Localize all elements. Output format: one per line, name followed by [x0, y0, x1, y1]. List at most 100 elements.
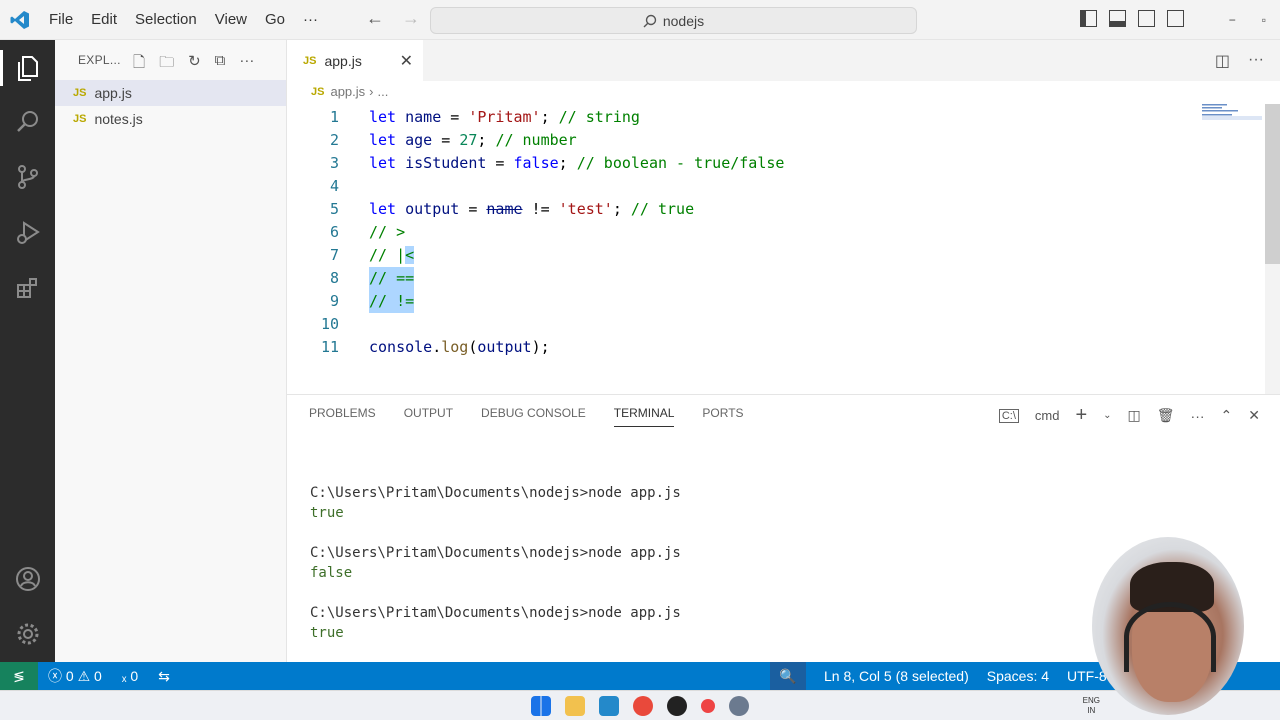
forward-arrow-icon[interactable]: →: [402, 8, 420, 29]
code-text: // !=: [369, 290, 415, 313]
terminal-line: true: [310, 625, 344, 641]
tab-terminal[interactable]: TERMINAL: [613, 406, 675, 427]
code-text: let name = 'Pritam'; // string: [369, 108, 640, 126]
encoding[interactable]: UTF-8: [1067, 668, 1107, 684]
new-folder-icon[interactable]: 🗀: [159, 52, 174, 77]
active-indicator: [0, 50, 3, 86]
accounts-icon[interactable]: [13, 564, 43, 594]
tab-app-js[interactable]: JS app.js ✕: [287, 40, 423, 81]
tab-debug-console[interactable]: DEBUG CONSOLE: [481, 406, 586, 427]
zoom-icon[interactable]: 🔍: [770, 662, 806, 690]
vscode-taskbar-icon[interactable]: [599, 695, 619, 716]
shell-label[interactable]: cmd: [1035, 408, 1060, 423]
code-text: let output = name != 'test'; // true: [369, 200, 695, 218]
customize-layout-icon[interactable]: [1167, 10, 1184, 27]
file-item-notes-js[interactable]: JS notes.js: [55, 106, 286, 132]
extensions-icon[interactable]: [13, 273, 43, 303]
split-terminal-icon[interactable]: ◫: [1128, 407, 1141, 424]
indentation[interactable]: Spaces: 4: [987, 668, 1049, 684]
remote-icon[interactable]: ≶: [0, 662, 38, 690]
line-number: 8: [329, 269, 339, 287]
terminal-line: false: [310, 565, 353, 581]
terminal-output[interactable]: C:\Users\Pritam\Documents\nodejs>node ap…: [310, 463, 681, 683]
tab-problems[interactable]: PROBLEMS: [309, 406, 376, 427]
close-panel-icon[interactable]: ✕: [1248, 407, 1260, 424]
file-explorer-icon[interactable]: [565, 695, 585, 716]
code-line: 1 let name = 'Pritam'; // string: [287, 106, 1187, 129]
status-bar: ≶ ⓧ 0 ⚠ 0 ₓ 0 ⇆ 🔍 Ln 8, Col 5 (8 selecte…: [0, 662, 1280, 690]
breadcrumb-file[interactable]: app.js: [330, 84, 365, 99]
new-file-icon[interactable]: 🗋: [133, 52, 145, 77]
panel-more-icon[interactable]: ···: [1191, 408, 1205, 424]
breadcrumb-more[interactable]: ...: [378, 84, 389, 99]
source-control-icon[interactable]: [13, 162, 43, 192]
menu-item-more[interactable]: ···: [294, 0, 327, 40]
line-number: 4: [329, 177, 339, 195]
explorer-icon[interactable]: [13, 53, 43, 83]
webcam-overlay: [1092, 537, 1244, 715]
github-icon[interactable]: [667, 695, 687, 716]
chevron-down-icon[interactable]: ⌄: [1103, 410, 1111, 421]
breadcrumb: JS app.js › ...: [311, 84, 388, 99]
ports-status[interactable]: ₓ 0: [122, 668, 138, 684]
settings-app-icon[interactable]: [729, 695, 749, 716]
region-code: IN: [1087, 706, 1096, 715]
toggle-secondary-sidebar-icon[interactable]: [1138, 10, 1155, 27]
windows-start-icon[interactable]: [531, 695, 551, 716]
menu-item-go[interactable]: Go: [256, 0, 294, 40]
restore-icon[interactable]: ▫: [1262, 13, 1266, 27]
live-share-icon[interactable]: ⇆: [158, 668, 170, 685]
maximize-panel-icon[interactable]: ⌃: [1221, 407, 1233, 424]
toggle-sidebar-icon[interactable]: [1080, 10, 1097, 27]
js-file-icon: JS: [73, 113, 87, 125]
language-indicator[interactable]: ENG IN: [1083, 696, 1100, 716]
back-arrow-icon[interactable]: ←: [366, 8, 384, 29]
code-line: 8 // ==: [287, 267, 1187, 290]
code-line: 6 // >: [287, 221, 1187, 244]
line-number: 9: [329, 292, 339, 310]
menu-item-file[interactable]: File: [40, 0, 82, 40]
title-bar: File Edit Selection View Go ··· ← → nodejs − …: [0, 0, 1280, 40]
menu-bar: File Edit Selection View Go ···: [40, 0, 327, 40]
tab-label: app.js: [324, 52, 362, 69]
split-editor-icon[interactable]: ◫: [1215, 51, 1230, 71]
line-number: 1: [329, 108, 339, 126]
line-number: 10: [320, 315, 339, 333]
problems-status[interactable]: ⓧ 0 ⚠ 0: [48, 666, 102, 686]
editor-scrollbar-thumb[interactable]: [1265, 104, 1280, 264]
search-icon: [643, 14, 657, 27]
minimize-icon[interactable]: −: [1229, 13, 1236, 27]
trash-icon[interactable]: 🗑: [1157, 407, 1175, 424]
settings-gear-icon[interactable]: [13, 619, 43, 649]
search-view-icon[interactable]: [13, 107, 43, 137]
app-icon[interactable]: [701, 698, 715, 713]
code-line: 7 // |<: [287, 244, 1187, 267]
cursor-position[interactable]: Ln 8, Col 5 (8 selected): [824, 668, 969, 684]
menu-item-edit[interactable]: Edit: [82, 0, 126, 40]
code-line: 4: [287, 175, 1187, 198]
headset: [1124, 602, 1216, 672]
collapse-all-icon[interactable]: ⧉: [215, 52, 226, 77]
menu-item-selection[interactable]: Selection: [126, 0, 206, 40]
search-text: nodejs: [662, 12, 705, 29]
new-terminal-icon[interactable]: +: [1075, 404, 1087, 427]
close-tab-icon[interactable]: ✕: [400, 51, 413, 71]
refresh-icon[interactable]: ↻: [188, 52, 201, 77]
windows-taskbar: ENG IN: [0, 690, 1280, 720]
editor-more-icon[interactable]: ···: [1248, 51, 1264, 71]
more-actions-icon[interactable]: ···: [239, 52, 254, 77]
line-number: 7: [329, 246, 339, 264]
file-item-app-js[interactable]: JS app.js: [55, 80, 286, 106]
tab-output[interactable]: OUTPUT: [404, 406, 453, 427]
minimap[interactable]: [1202, 104, 1264, 124]
tab-ports[interactable]: PORTS: [702, 406, 743, 427]
chrome-icon[interactable]: [633, 695, 653, 716]
command-center-search[interactable]: nodejs: [430, 7, 917, 34]
menu-item-view[interactable]: View: [206, 0, 256, 40]
toggle-panel-icon[interactable]: [1109, 10, 1126, 27]
code-editor[interactable]: 1 let name = 'Pritam'; // string 2 let a…: [287, 104, 1265, 394]
run-debug-icon[interactable]: [13, 217, 43, 247]
